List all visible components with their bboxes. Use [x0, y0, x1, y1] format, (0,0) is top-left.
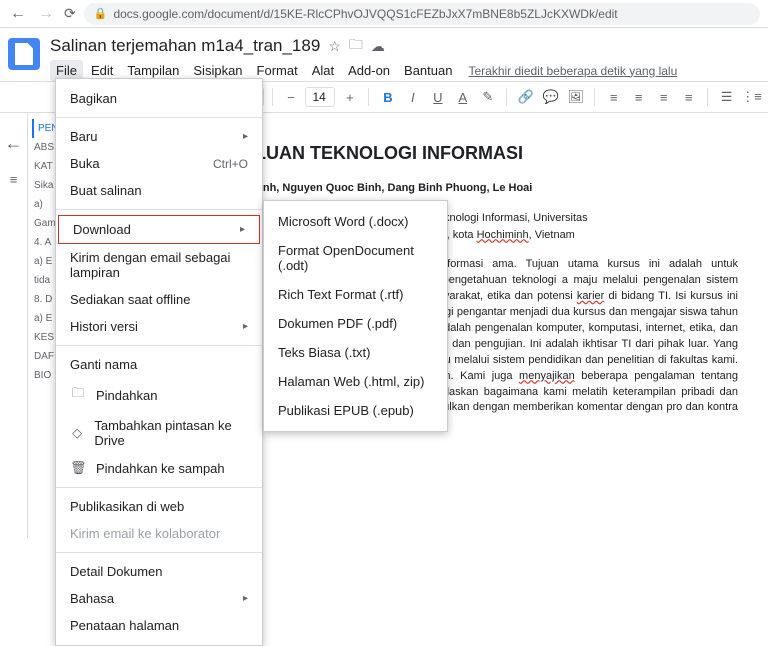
menu-email-attach[interactable]: Kirim dengan email sebagai lampiran — [56, 244, 262, 286]
last-edit[interactable]: Terakhir diedit beberapa detik yang lalu — [468, 64, 677, 78]
reload-icon[interactable]: ⟳ — [64, 5, 76, 22]
doc-title[interactable]: Salinan terjemahan m1a4_tran_189 — [50, 36, 320, 56]
menu-trash[interactable]: 🗑Pindahkan ke sampah — [56, 454, 262, 482]
size-plus[interactable]: + — [339, 86, 360, 108]
star-icon[interactable]: ☆ — [328, 38, 341, 55]
menu-new[interactable]: Baru▸ — [56, 123, 262, 150]
menu-share[interactable]: Bagikan — [56, 85, 262, 112]
lock-icon: 🔒 — [94, 7, 108, 20]
chevron-right-icon: ▸ — [243, 593, 248, 604]
menu-download[interactable]: Download▸ — [58, 215, 260, 244]
url-text: docs.google.com/document/d/15KE-RlcCPhvO… — [113, 7, 617, 21]
download-docx[interactable]: Microsoft Word (.docx) — [264, 207, 447, 236]
drive-icon: ◇ — [70, 425, 84, 441]
menu-history[interactable]: Histori versi▸ — [56, 313, 262, 340]
image-button[interactable]: 🖼 — [565, 86, 586, 108]
cloud-icon[interactable]: ☁ — [371, 38, 385, 55]
align-center[interactable]: ≡ — [628, 86, 649, 108]
menu-pagesetup[interactable]: Penataan halaman — [56, 612, 262, 639]
url-bar[interactable]: 🔒 docs.google.com/document/d/15KE-RlcCPh… — [84, 3, 760, 25]
menu-rename[interactable]: Ganti nama — [56, 351, 262, 378]
chevron-right-icon: ▸ — [243, 131, 248, 142]
download-html[interactable]: Halaman Web (.html, zip) — [264, 367, 447, 396]
menu-offline[interactable]: Sediakan saat offline — [56, 286, 262, 313]
align-left[interactable]: ≡ — [603, 86, 624, 108]
underline-button[interactable]: U — [427, 86, 448, 108]
menu-help[interactable]: Bantuan — [398, 60, 458, 81]
download-pdf[interactable]: Dokumen PDF (.pdf) — [264, 309, 447, 338]
italic-button[interactable]: I — [402, 86, 423, 108]
line-spacing[interactable]: ☰ — [716, 86, 737, 108]
align-right[interactable]: ≡ — [653, 86, 674, 108]
folder-icon: 🗀 — [70, 384, 86, 406]
menu-add-shortcut[interactable]: ◇Tambahkan pintasan ke Drive — [56, 412, 262, 454]
download-submenu: Microsoft Word (.docx) Format OpenDocume… — [263, 200, 448, 432]
download-epub[interactable]: Publikasi EPUB (.epub) — [264, 396, 447, 425]
link-button[interactable]: 🔗 — [515, 86, 536, 108]
menu-details[interactable]: Detail Dokumen — [56, 558, 262, 585]
menu-publish[interactable]: Publikasikan di web — [56, 493, 262, 520]
file-dropdown: Bagikan Baru▸ BukaCtrl+O Buat salinan Do… — [55, 78, 263, 646]
menu-tools[interactable]: Alat — [306, 60, 340, 81]
menu-makecopy[interactable]: Buat salinan — [56, 177, 262, 204]
chevron-right-icon: ▸ — [240, 224, 245, 235]
download-odt[interactable]: Format OpenDocument (.odt) — [264, 236, 447, 280]
docs-logo[interactable] — [8, 38, 40, 70]
chevron-right-icon: ▸ — [243, 321, 248, 332]
menu-language[interactable]: Bahasa▸ — [56, 585, 262, 612]
move-icon[interactable]: 🗀 — [349, 34, 363, 58]
comment-button[interactable]: 💬 — [540, 86, 561, 108]
size-minus[interactable]: − — [280, 86, 301, 108]
menu-addon[interactable]: Add-on — [342, 60, 396, 81]
back-arrow-icon[interactable]: ← — [5, 133, 23, 154]
download-rtf[interactable]: Rich Text Format (.rtf) — [264, 280, 447, 309]
outline-toggle-icon[interactable]: ≡ — [10, 172, 18, 187]
menu-open[interactable]: BukaCtrl+O — [56, 150, 262, 177]
menu-move[interactable]: 🗀Pindahkan — [56, 378, 262, 412]
list-bullet[interactable]: ⋮≡ — [741, 86, 762, 108]
back-icon[interactable]: ← — [8, 5, 28, 23]
menu-email-collab[interactable]: Kirim email ke kolaborator — [56, 520, 262, 547]
highlight-button[interactable]: ✎ — [477, 86, 498, 108]
textcolor-button[interactable]: A — [452, 86, 473, 108]
bold-button[interactable]: B — [377, 86, 398, 108]
align-justify[interactable]: ≡ — [678, 86, 699, 108]
download-txt[interactable]: Teks Biasa (.txt) — [264, 338, 447, 367]
trash-icon: 🗑 — [70, 460, 86, 476]
size-select[interactable]: 14 — [305, 87, 335, 107]
forward-icon[interactable]: → — [36, 5, 56, 23]
